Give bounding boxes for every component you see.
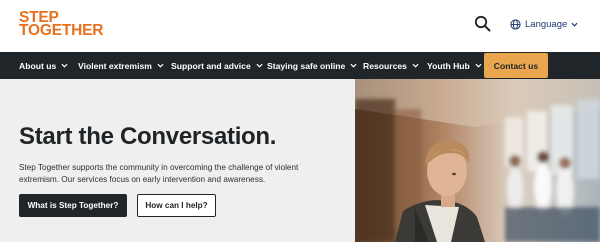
chevron-down-icon	[350, 63, 357, 68]
globe-icon	[510, 18, 521, 30]
nav-item-label: About us	[19, 60, 57, 71]
nav-item-staying-safe-online[interactable]: Staying safe online	[267, 52, 357, 79]
chevron-down-icon	[475, 63, 482, 68]
nav-item-resources[interactable]: Resources	[363, 52, 419, 79]
hero-photo	[355, 79, 600, 242]
chevron-down-icon	[256, 63, 263, 68]
nav-item-label: Support and advice	[171, 60, 251, 71]
logo-line-2: TOGETHER	[19, 22, 104, 39]
what-is-step-together-button[interactable]: What is Step Together?	[19, 194, 127, 217]
site-header: STEP TOGETHER Language	[0, 0, 600, 52]
hero-title: Start the Conversation.	[19, 123, 277, 150]
search-icon[interactable]	[474, 15, 492, 33]
main-navigation: About us Violent extremism Support and a…	[0, 52, 600, 79]
nav-item-youth-hub[interactable]: Youth Hub	[427, 52, 482, 79]
hero-content: Start the Conversation. Step Together su…	[0, 79, 355, 242]
nav-item-label: Youth Hub	[427, 60, 470, 71]
chevron-down-icon	[157, 63, 164, 68]
hero-section: Start the Conversation. Step Together su…	[0, 79, 600, 242]
nav-item-about-us[interactable]: About us	[19, 52, 68, 79]
nav-item-violent-extremism[interactable]: Violent extremism	[78, 52, 164, 79]
nav-item-support-and-advice[interactable]: Support and advice	[171, 52, 263, 79]
language-label: Language	[525, 18, 568, 30]
hero-description: Step Together supports the community in …	[19, 163, 299, 184]
how-can-i-help-button[interactable]: How can I help?	[137, 194, 216, 217]
contact-us-button[interactable]: Contact us	[484, 53, 548, 78]
nav-item-label: Violent extremism	[78, 60, 152, 71]
chevron-down-icon	[61, 63, 68, 68]
chevron-down-icon	[412, 63, 419, 68]
step-together-logo[interactable]: STEP TOGETHER	[19, 10, 104, 39]
nav-item-label: Resources	[363, 60, 407, 71]
nav-item-label: Staying safe online	[267, 60, 346, 71]
chevron-down-icon	[571, 22, 578, 27]
language-selector[interactable]: Language	[510, 17, 578, 31]
